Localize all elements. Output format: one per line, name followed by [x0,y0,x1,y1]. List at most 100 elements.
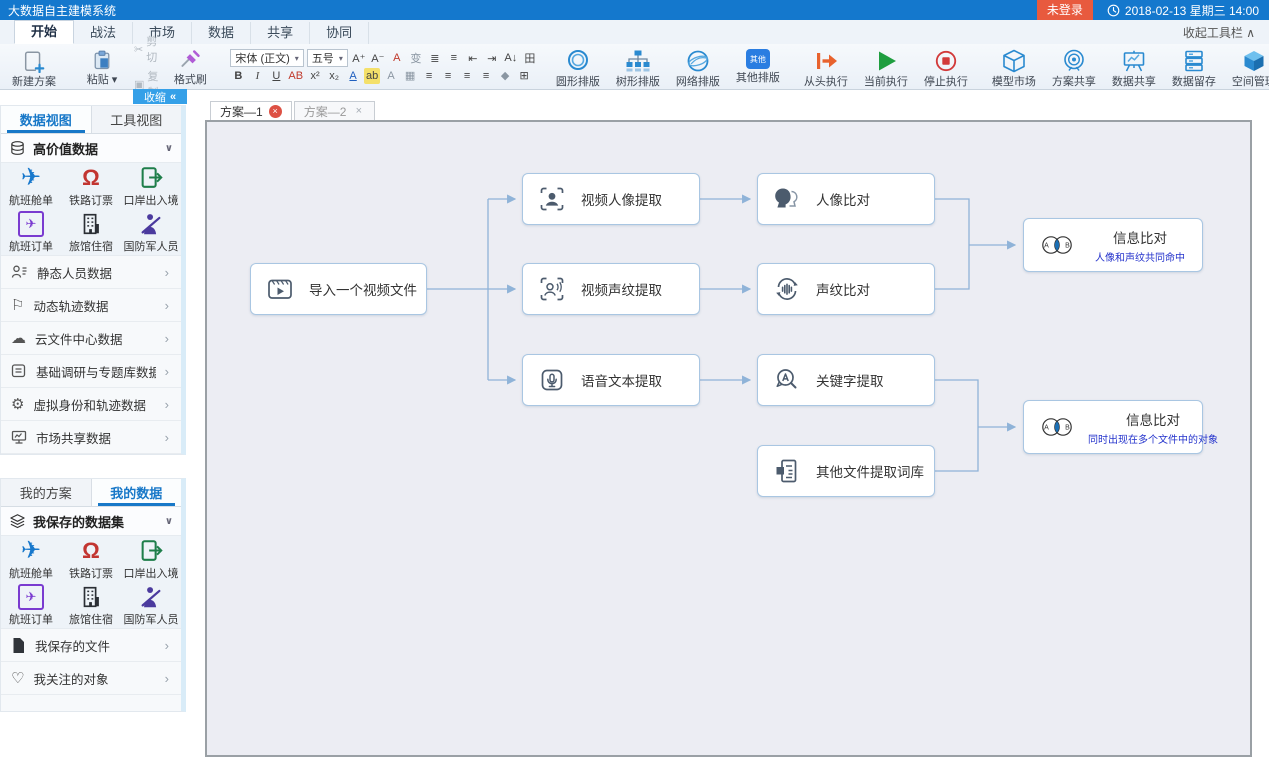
dataset-military-personnel[interactable]: 国防军人员 [121,582,181,628]
login-status-badge[interactable]: 未登录 [1037,0,1093,20]
node-other-files-lexicon[interactable]: 其他文件提取词库 [757,445,935,497]
my-data-panel: 我的方案 我的数据 我保存的数据集 ∨ ✈航班舱单 Ω铁路订票 口岸出入境 ✈航… [0,478,186,712]
dataset-rail-ticket[interactable]: Ω铁路订票 [61,163,121,209]
text-effects-button[interactable]: A [389,50,405,66]
decrease-indent-button[interactable]: ⇤ [465,50,481,66]
clipboard-icon [91,49,113,71]
stop-run-button[interactable]: 停止执行 [916,46,976,87]
category-market-share-data[interactable]: 市场共享数据› [1,421,181,454]
dataset-border-entry[interactable]: 口岸出入境 [121,536,181,582]
table-button[interactable]: 田 [522,50,538,66]
saved-datasets-header[interactable]: 我保存的数据集 ∨ [1,507,181,536]
fill-color-button[interactable]: ◆ [497,68,513,84]
align-right-button[interactable]: ≡ [459,68,475,84]
circle-layout-button[interactable]: 圆形排版 [548,46,608,87]
ribbon-tab-data[interactable]: 数据 [192,22,251,44]
bullet-list-button[interactable]: ≣ [427,50,443,66]
sidebar-collapse-button[interactable]: 收缩 « [133,89,187,104]
change-case-button[interactable]: 变 [408,50,424,66]
space-manage-button[interactable]: 空间管理 [1224,46,1269,87]
data-retain-button[interactable]: 数据留存 [1164,46,1224,87]
font-size-select[interactable]: 五号▾ [307,49,348,67]
ribbon-tab-start[interactable]: 开始 [14,20,74,44]
network-layout-button[interactable]: 网络排版 [668,46,728,87]
node-speech-to-text[interactable]: 语音文本提取 [522,354,700,406]
node-keyword-extract[interactable]: 关键字提取 [757,354,935,406]
collapse-toolbar-button[interactable]: 收起工具栏 ∧ [1183,22,1255,44]
cut-button[interactable]: ✂剪切 [134,33,158,65]
ribbon-tab-collab[interactable]: 协同 [310,22,369,44]
node-voice-extract[interactable]: 视频声纹提取 [522,263,700,315]
tab-tool-view[interactable]: 工具视图 [92,106,182,133]
align-left-button[interactable]: ≡ [421,68,437,84]
plan-share-button[interactable]: 方案共享 [1044,46,1104,87]
venn-compare-icon: AB [1035,412,1079,442]
close-tab-icon[interactable]: × [269,105,282,118]
dataset-hotel-stay[interactable]: 旅馆住宿 [61,209,121,255]
category-virtual-identity[interactable]: ⚙ 虚拟身份和轨迹数据› [1,388,181,421]
justify-button[interactable]: ≡ [478,68,494,84]
strikethrough-button[interactable]: AB [287,68,304,84]
tab-my-data[interactable]: 我的数据 [92,479,182,506]
node-face-extract[interactable]: 视频人像提取 [522,173,700,225]
new-plan-button[interactable]: 新建方案 [4,46,64,87]
workflow-canvas[interactable]: 导入一个视频文件 视频人像提取 人像比对 视频声纹提取 声纹比对 语音文本提取 … [205,120,1252,757]
my-watched-objects-row[interactable]: ♡ 我关注的对象› [1,662,181,695]
dataset-flight-order[interactable]: ✈航班订单 [1,209,61,255]
dataset-flight-order[interactable]: ✈航班订单 [1,582,61,628]
model-market-button[interactable]: 模型市场 [984,46,1044,87]
category-survey-library[interactable]: 基础调研与专题库数据› [1,355,181,388]
high-value-data-header[interactable]: 高价值数据 ∨ [1,134,181,163]
dataset-rail-ticket[interactable]: Ω铁路订票 [61,536,121,582]
subscript-button[interactable]: x₂ [326,68,342,84]
node-face-compare[interactable]: 人像比对 [757,173,935,225]
char-shading-button[interactable]: A [383,68,399,84]
plane-icon: ✈ [21,166,41,190]
tree-layout-button[interactable]: 树形排版 [608,46,668,87]
ribbon-tab-share[interactable]: 共享 [251,22,310,44]
dataset-military-personnel[interactable]: 国防军人员 [121,209,181,255]
hotel-icon [78,211,104,237]
format-painter-button[interactable]: 格式刷 [160,46,220,87]
node-info-compare-1[interactable]: AB 信息比对 人像和声纹共同命中 [1023,218,1203,272]
underline-button[interactable]: U [268,68,284,84]
node-import-video[interactable]: 导入一个视频文件 [250,263,427,315]
dataset-hotel-stay[interactable]: 旅馆住宿 [61,582,121,628]
voice-compare-icon [772,274,802,304]
other-layout-button[interactable]: 其他 其他排版 [728,46,788,87]
run-current-button[interactable]: 当前执行 [856,46,916,87]
bold-button[interactable]: B [230,68,246,84]
grow-font-button[interactable]: A⁺ [351,50,367,66]
italic-button[interactable]: I [249,68,265,84]
node-voice-compare[interactable]: 声纹比对 [757,263,935,315]
data-share-button[interactable]: 数据共享 [1104,46,1164,87]
ribbon-tab-tactics[interactable]: 战法 [74,22,133,44]
close-tab-icon[interactable]: × [352,105,365,118]
dataset-border-entry[interactable]: 口岸出入境 [121,163,181,209]
category-static-person[interactable]: 静态人员数据› [1,256,181,289]
font-family-select[interactable]: 宋体 (正文)▾ [230,49,303,67]
tab-my-plans[interactable]: 我的方案 [1,479,92,506]
category-dynamic-track[interactable]: ⚐ 动态轨迹数据› [1,289,181,322]
align-center-button[interactable]: ≡ [440,68,456,84]
run-from-start-button[interactable]: 从头执行 [796,46,856,87]
font-color-button[interactable]: A [345,68,361,84]
tab-data-view[interactable]: 数据视图 [1,106,92,133]
borders-button[interactable]: ⊞ [516,68,532,84]
sort-button[interactable]: A↓ [503,50,519,66]
plan-tab-2[interactable]: 方案—2 × [294,101,376,120]
highlight-button[interactable]: ab [364,68,380,84]
paste-button[interactable]: 粘贴 ▾ [72,46,132,87]
increase-indent-button[interactable]: ⇥ [484,50,500,66]
char-border-button[interactable]: ▦ [402,68,418,84]
dataset-flight-manifest[interactable]: ✈航班舱单 [1,536,61,582]
plan-tab-1[interactable]: 方案—1 × [210,101,292,120]
category-cloud-files[interactable]: ☁ 云文件中心数据› [1,322,181,355]
superscript-button[interactable]: x² [307,68,323,84]
shrink-font-button[interactable]: A⁻ [370,50,386,66]
my-saved-files-row[interactable]: 我保存的文件› [1,629,181,662]
numbered-list-button[interactable]: ≡ [446,50,462,66]
node-info-compare-2[interactable]: AB 信息比对 同时出现在多个文件中的对象 [1023,400,1203,454]
dataset-flight-manifest[interactable]: ✈航班舱单 [1,163,61,209]
play-icon [873,48,899,74]
